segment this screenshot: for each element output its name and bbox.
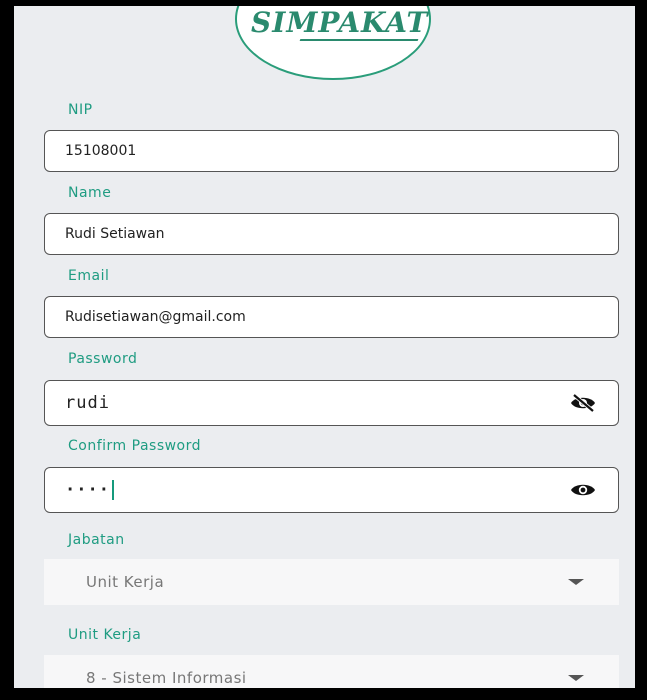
unit-kerja-label: Unit Kerja <box>68 627 142 643</box>
confirm-password-value: ···· <box>65 480 110 500</box>
name-label: Name <box>68 185 112 201</box>
name-field[interactable]: Rudi Setiawan <box>44 213 619 255</box>
confirm-password-wrap: ···· <box>65 480 618 500</box>
eye-off-icon[interactable] <box>570 393 596 413</box>
text-cursor <box>111 480 114 500</box>
dropdown-arrow-icon <box>568 675 584 681</box>
unit-kerja-selected: 8 - Sistem Informasi <box>86 669 247 687</box>
device-frame: SIMPAKAT NIP 15108001 Name Rudi Setiawan… <box>0 0 647 700</box>
jabatan-selected: Unit Kerja <box>86 573 165 591</box>
password-field[interactable]: rudi <box>44 380 619 426</box>
unit-kerja-select[interactable]: 8 - Sistem Informasi <box>44 655 619 688</box>
email-field[interactable]: Rudisetiawan@gmail.com <box>44 296 619 338</box>
jabatan-select[interactable]: Unit Kerja <box>44 559 619 605</box>
confirm-password-label: Confirm Password <box>68 438 202 454</box>
registration-screen: SIMPAKAT NIP 15108001 Name Rudi Setiawan… <box>14 6 635 688</box>
password-value: rudi <box>65 393 110 413</box>
name-value: Rudi Setiawan <box>65 226 165 242</box>
confirm-password-field[interactable]: ···· <box>44 467 619 513</box>
nip-value: 15108001 <box>65 143 137 159</box>
dropdown-arrow-icon <box>568 579 584 585</box>
eye-icon[interactable] <box>570 480 596 500</box>
app-logo: SIMPAKAT <box>251 6 429 39</box>
email-value: Rudisetiawan@gmail.com <box>65 309 246 325</box>
jabatan-label: Jabatan <box>68 532 125 548</box>
logo-underline <box>299 39 419 41</box>
password-label: Password <box>68 351 138 367</box>
nip-label: NIP <box>68 102 93 118</box>
nip-field[interactable]: 15108001 <box>44 130 619 172</box>
email-label: Email <box>68 268 110 284</box>
